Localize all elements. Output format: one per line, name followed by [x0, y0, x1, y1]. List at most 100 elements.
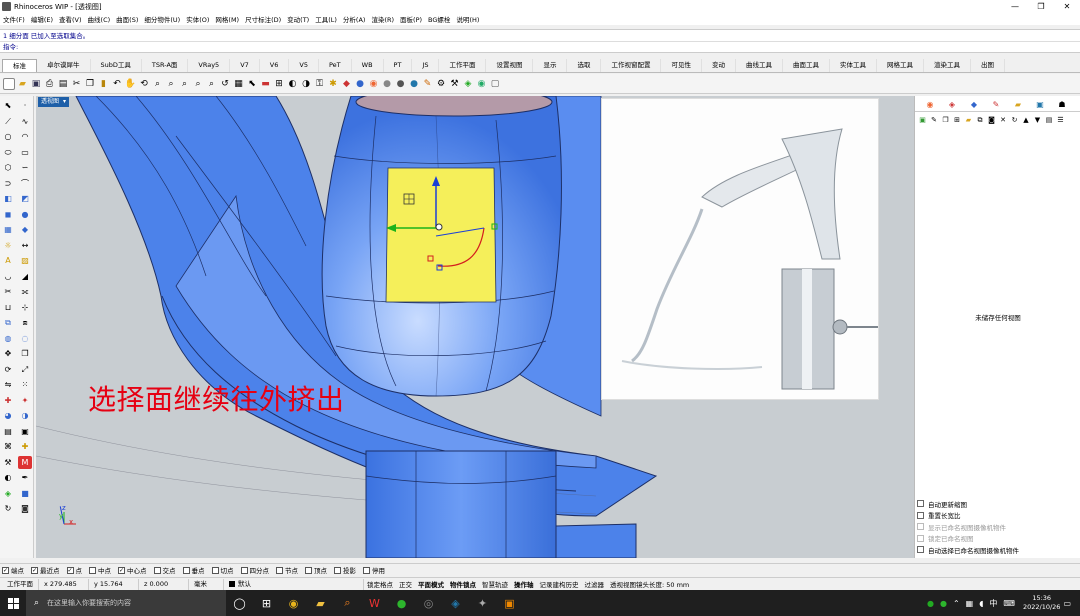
curvature-icon[interactable]: ✦ — [18, 394, 32, 407]
script-icon[interactable]: ⌘ — [1, 440, 15, 453]
save-view-icon[interactable]: ▣ — [917, 115, 928, 125]
toolbar-tab-1[interactable]: 卓尔谟犀牛 — [37, 59, 91, 72]
rhino-taskbar-icon[interactable]: ✦ — [472, 590, 494, 616]
osnap-3[interactable]: 中点 — [89, 565, 111, 575]
menu-item-12[interactable]: 渲染(R) — [371, 14, 394, 24]
wechat-icon[interactable]: ● — [391, 590, 413, 616]
menu-item-8[interactable]: 尺寸标注(D) — [245, 14, 281, 24]
undo-view-icon[interactable]: ↺ — [219, 78, 231, 90]
menu-item-3[interactable]: 曲线(C) — [88, 14, 111, 24]
show-icon[interactable]: ◑ — [300, 78, 312, 90]
menu-item-13[interactable]: 面板(P) — [400, 14, 422, 24]
move-icon[interactable]: ✥ — [1, 347, 15, 360]
help-icon[interactable]: ▢ — [489, 78, 501, 90]
osnap-checkbox[interactable]: ✓ — [2, 566, 9, 574]
boolean-diff-icon[interactable]: ◌ — [18, 332, 32, 345]
toolbar-tab-22[interactable]: 网格工具 — [877, 59, 924, 72]
osnap-checkbox[interactable] — [153, 566, 161, 574]
fillet-curve-icon[interactable]: ⌒ — [18, 177, 32, 190]
osnap-12[interactable]: 停用 — [363, 565, 385, 575]
toolbar-tab-10[interactable]: PT — [384, 59, 413, 72]
status-toggle-8[interactable]: 透视视图镜头长度: 50 mm — [607, 579, 692, 589]
hide-icon[interactable]: ◐ — [287, 78, 299, 90]
menu-item-5[interactable]: 细分物件(U) — [144, 14, 180, 24]
tool-app-icon[interactable]: ▣ — [499, 590, 521, 616]
close-button[interactable]: ✕ — [1054, 0, 1080, 13]
maximize-button[interactable]: ❐ — [1028, 0, 1054, 13]
gh-icon[interactable]: ◈ — [1, 487, 15, 500]
app-circle-icon[interactable]: ◎ — [418, 590, 440, 616]
select-icon[interactable]: ⬉ — [246, 78, 258, 90]
rectangle-icon[interactable]: ▭ — [18, 146, 32, 159]
zoom-selected-icon[interactable]: ⌕ — [192, 78, 204, 90]
lock-icon[interactable]: ⚿ — [314, 78, 326, 90]
toolbar-tab-8[interactable]: PeT — [319, 59, 352, 72]
toolbar-tab-23[interactable]: 渲染工具 — [924, 59, 971, 72]
scale-icon[interactable]: ⤢ — [18, 363, 32, 376]
view-option-4[interactable]: 自动选择已命名视图摄像机物件 — [917, 544, 1019, 556]
cplane-label[interactable]: 工作平面 — [2, 578, 39, 590]
properties-tab-icon[interactable]: ◉ — [921, 99, 939, 111]
view-option-checkbox[interactable] — [917, 500, 924, 508]
open-file-icon[interactable]: ▰ — [17, 78, 29, 90]
view-option-3[interactable]: 锁定已命名视图 — [917, 533, 1019, 545]
apps-icon[interactable]: ⊞ — [256, 590, 278, 616]
help-tab-icon[interactable]: ▣ — [1031, 99, 1049, 111]
detail-icon[interactable]: ▣ — [18, 425, 32, 438]
pen-icon[interactable]: ✒ — [18, 471, 32, 484]
menu-item-6[interactable]: 实体(O) — [186, 14, 209, 24]
osnap-6[interactable]: 垂点 — [182, 565, 205, 575]
osnap-checkbox[interactable]: ✓ — [66, 566, 74, 574]
folder-icon[interactable]: ▰ — [963, 115, 974, 125]
toolbar-tab-7[interactable]: V5 — [289, 59, 319, 72]
tray-overflow-icon[interactable]: ⌃ — [953, 599, 960, 608]
tray-wechat-icon[interactable]: ● — [940, 599, 947, 608]
minimize-button[interactable]: — — [1002, 0, 1028, 13]
thumbnail-icon[interactable]: ▤ — [1044, 115, 1055, 125]
clock[interactable]: 15:36 2022/10/26 — [1023, 594, 1060, 612]
status-toggle-4[interactable]: 智慧轨迹 — [479, 579, 511, 589]
start-button[interactable] — [0, 590, 26, 616]
ellipse-icon[interactable]: ⬭ — [1, 146, 15, 159]
wps-icon[interactable]: W — [364, 590, 386, 616]
zoom-window-icon[interactable]: ⌕ — [165, 78, 177, 90]
text-icon[interactable]: A — [1, 254, 15, 267]
toolbar-tab-18[interactable]: 变动 — [702, 59, 736, 72]
grasshopper-icon[interactable]: ◈ — [462, 78, 474, 90]
view-option-checkbox[interactable] — [917, 534, 924, 542]
hatch-icon[interactable]: ▨ — [18, 254, 32, 267]
offset-curve-icon[interactable]: ⊃ — [1, 177, 15, 190]
osnap-10[interactable]: 顶点 — [305, 565, 327, 575]
status-toggle-1[interactable]: 正交 — [396, 579, 415, 589]
toolbar-tab-5[interactable]: V7 — [230, 59, 260, 72]
layers-tab-icon[interactable]: ◈ — [943, 99, 961, 111]
view-option-2[interactable]: 显示已命名视图摄像机物件 — [917, 521, 1019, 533]
network-icon[interactable]: ▦ — [966, 599, 974, 608]
chevron-down-icon[interactable]: ▾ — [63, 98, 66, 105]
boolean-union-icon[interactable]: ◍ — [1, 332, 15, 345]
curve-icon[interactable]: ∿ — [18, 115, 32, 128]
menu-item-9[interactable]: 变动(T) — [287, 14, 309, 24]
shell-icon[interactable]: ◐ — [1, 471, 15, 484]
osnap-0[interactable]: ✓ 端点 — [2, 565, 24, 575]
box-icon[interactable]: ◼ — [1, 208, 15, 221]
menu-item-15[interactable]: 说明(H) — [456, 14, 479, 24]
ime-mode-icon[interactable]: ⌨ — [1003, 599, 1015, 608]
view-option-0[interactable]: 自动更新缩图 — [917, 498, 1019, 510]
print-icon[interactable]: ⎙ — [44, 78, 56, 90]
osnap-checkbox[interactable]: ✓ — [31, 566, 38, 574]
ime-indicator[interactable]: 中 — [989, 598, 997, 609]
save-icon[interactable]: ▣ — [30, 78, 42, 90]
toolbar-tab-17[interactable]: 可见性 — [661, 59, 702, 72]
copy-view-icon[interactable]: ❐ — [940, 115, 951, 125]
toolbar-tab-20[interactable]: 曲面工具 — [783, 59, 830, 72]
loft-icon[interactable]: ◩ — [18, 192, 32, 205]
command-prompt[interactable]: 指令: — [0, 41, 1080, 53]
status-toggle-7[interactable]: 过滤器 — [582, 579, 608, 589]
osnap-11[interactable]: 投影 — [334, 565, 356, 575]
fillet-icon[interactable]: ◡ — [1, 270, 15, 283]
arc-icon[interactable]: ◠ — [18, 130, 32, 143]
rotate-icon[interactable]: ⟳ — [1, 363, 15, 376]
layer-indicator[interactable]: 默认 — [224, 578, 364, 590]
render-icon[interactable]: ◕ — [1, 409, 15, 422]
